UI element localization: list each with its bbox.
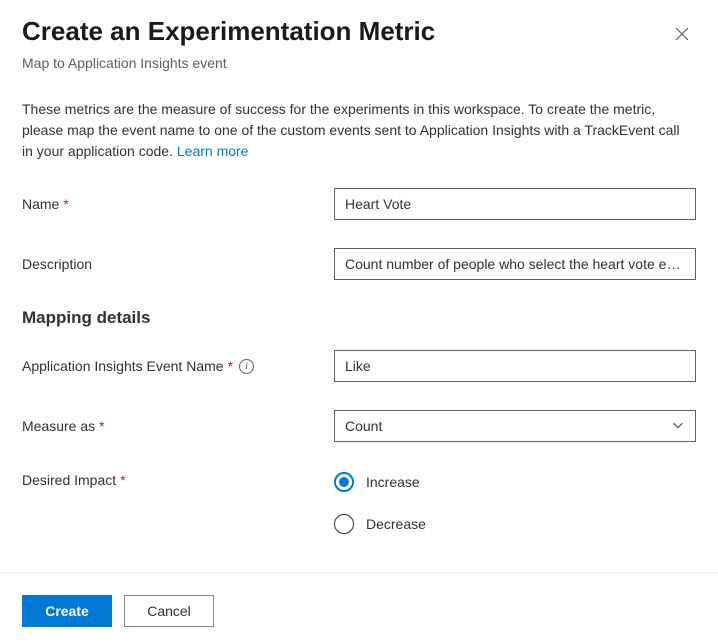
event-name-input[interactable] bbox=[334, 350, 696, 382]
name-label: Name * bbox=[22, 196, 334, 212]
mapping-details-heading: Mapping details bbox=[22, 308, 696, 328]
cancel-button[interactable]: Cancel bbox=[124, 595, 214, 627]
description-input[interactable] bbox=[334, 248, 696, 280]
desired-impact-radiogroup: Increase Decrease bbox=[334, 470, 696, 534]
radio-circle-icon bbox=[334, 514, 354, 534]
learn-more-link[interactable]: Learn more bbox=[177, 143, 249, 159]
create-button[interactable]: Create bbox=[22, 595, 112, 627]
radio-option-decrease[interactable]: Decrease bbox=[334, 514, 696, 534]
event-name-label: Application Insights Event Name * i bbox=[22, 358, 334, 374]
chevron-down-icon bbox=[671, 418, 685, 435]
intro-text: These metrics are the measure of success… bbox=[22, 99, 694, 162]
measure-as-select[interactable]: Count bbox=[334, 410, 696, 442]
description-label: Description bbox=[22, 256, 334, 272]
info-icon[interactable]: i bbox=[239, 359, 254, 374]
measure-as-value: Count bbox=[345, 418, 382, 434]
radio-option-increase[interactable]: Increase bbox=[334, 472, 696, 492]
name-input[interactable] bbox=[334, 188, 696, 220]
radio-circle-icon bbox=[334, 472, 354, 492]
measure-as-label: Measure as * bbox=[22, 418, 334, 434]
radio-label-increase: Increase bbox=[366, 474, 420, 490]
close-button[interactable] bbox=[668, 20, 696, 51]
close-icon bbox=[674, 30, 690, 45]
desired-impact-label: Desired Impact * bbox=[22, 470, 334, 488]
panel-subtitle: Map to Application Insights event bbox=[22, 55, 696, 71]
intro-body: These metrics are the measure of success… bbox=[22, 101, 680, 159]
radio-label-decrease: Decrease bbox=[366, 516, 426, 532]
panel-title: Create an Experimentation Metric bbox=[22, 16, 435, 47]
footer-divider bbox=[0, 572, 718, 573]
